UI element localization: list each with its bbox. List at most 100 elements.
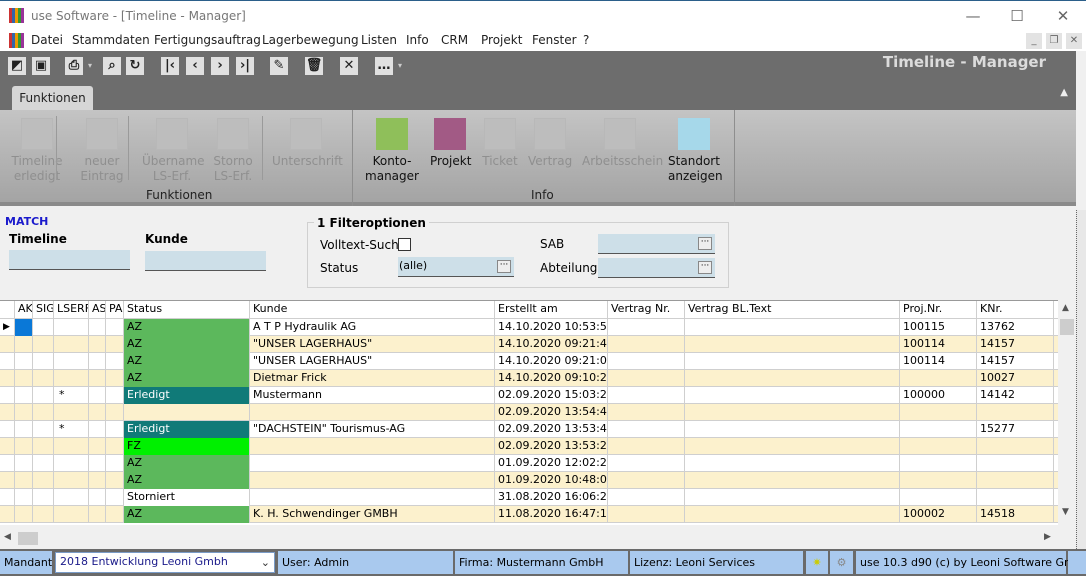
cell-knr[interactable] <box>977 455 1054 472</box>
scroll-right-icon[interactable]: ▶ <box>1044 532 1051 542</box>
cell-sig[interactable] <box>33 336 54 353</box>
cell-sig[interactable] <box>33 370 54 387</box>
cell-col9[interactable] <box>608 336 685 353</box>
cell-pa[interactable] <box>106 421 124 438</box>
cell-col10[interactable] <box>685 353 900 370</box>
table-row[interactable]: AZ K. H. Schwendinger GMBH 11.08.2020 16:4… <box>0 506 1058 523</box>
sab-select[interactable]: ··· <box>598 234 715 254</box>
cell-col10[interactable] <box>685 421 900 438</box>
cell-lserf[interactable]: * <box>54 387 89 404</box>
cell-lserf[interactable] <box>54 438 89 455</box>
cell-pa[interactable] <box>106 438 124 455</box>
ellipsis-icon[interactable]: ··· <box>698 237 712 250</box>
cell-ak[interactable] <box>15 387 33 404</box>
cell-lserf[interactable] <box>54 336 89 353</box>
cell-col10[interactable] <box>685 472 900 489</box>
cell-proj[interactable]: 100115 <box>900 319 977 336</box>
cell-indicator[interactable] <box>0 489 15 506</box>
collapse-ribbon-icon[interactable]: ▲ <box>1060 87 1068 98</box>
cell-proj[interactable] <box>900 472 977 489</box>
cell-col9[interactable] <box>608 506 685 523</box>
cell-proj[interactable]: 100114 <box>900 336 977 353</box>
cell-col10[interactable] <box>685 336 900 353</box>
cell-kunde[interactable]: "DACHSTEIN" Tourismus-AG <box>250 421 495 438</box>
connection-icon[interactable]: ⚙ <box>830 551 853 574</box>
cell-status[interactable]: Erledigt <box>124 387 250 404</box>
ellipsis-icon[interactable]: ··· <box>698 261 712 274</box>
cell-proj[interactable] <box>900 370 977 387</box>
cell-as[interactable] <box>89 319 106 336</box>
cell-erstellt[interactable]: 02.09.2020 15:03:28 <box>495 387 608 404</box>
cell-erstellt[interactable]: 14.10.2020 10:53:56 <box>495 319 608 336</box>
ribbon-button-standort-anzeigen[interactable]: Standort anzeigen <box>666 118 723 184</box>
cell-as[interactable] <box>89 353 106 370</box>
cell-indicator[interactable] <box>0 506 15 523</box>
cell-knr[interactable] <box>977 472 1054 489</box>
cell-lserf[interactable] <box>54 404 89 421</box>
cell-status[interactable]: AZ <box>124 336 250 353</box>
cell-lserf[interactable] <box>54 319 89 336</box>
menu-stammdaten[interactable]: Stammdaten <box>72 33 150 47</box>
cell-status[interactable]: FZ <box>124 438 250 455</box>
column-header[interactable]: SIG <box>33 301 54 318</box>
cell-lserf[interactable]: * <box>54 421 89 438</box>
cell-proj[interactable] <box>900 455 977 472</box>
notification-icon[interactable]: ✷ <box>806 551 828 574</box>
column-header[interactable]: AK <box>15 301 33 318</box>
search-icon[interactable]: ⌕ <box>103 57 121 75</box>
cell-knr[interactable]: 14142 <box>977 387 1054 404</box>
cell-sig[interactable] <box>33 438 54 455</box>
column-header[interactable]: LSERF <box>54 301 89 318</box>
cell-ak[interactable] <box>15 472 33 489</box>
cell-pa[interactable] <box>106 387 124 404</box>
cell-kunde[interactable] <box>250 455 495 472</box>
menu-help[interactable]: ? <box>583 33 589 47</box>
print-icon[interactable]: ⎙ <box>65 57 83 75</box>
kunde-input[interactable] <box>145 251 266 271</box>
hscrollbar-thumb[interactable] <box>18 532 38 545</box>
cell-proj[interactable] <box>900 438 977 455</box>
next-record-icon[interactable]: › <box>211 57 229 75</box>
cell-indicator[interactable] <box>0 438 15 455</box>
more-dropdown-icon[interactable]: ▾ <box>398 61 402 70</box>
ribbon-button--bername-ls-erf-[interactable]: Übername LS-Erf. <box>140 118 205 184</box>
menu-projekt[interactable]: Projekt <box>481 33 522 47</box>
cell-knr[interactable]: 13762 <box>977 319 1054 336</box>
cell-col9[interactable] <box>608 319 685 336</box>
cell-pa[interactable] <box>106 353 124 370</box>
cell-kunde[interactable] <box>250 472 495 489</box>
cell-status[interactable]: AZ <box>124 353 250 370</box>
cell-erstellt[interactable]: 14.10.2020 09:21:09 <box>495 353 608 370</box>
cell-col10[interactable] <box>685 438 900 455</box>
cell-knr[interactable] <box>977 438 1054 455</box>
cancel-icon[interactable]: ✕ <box>340 57 358 75</box>
cell-kunde[interactable]: Dietmar Frick <box>250 370 495 387</box>
menu-fertigungsauftrag[interactable]: Fertigungsauftrag <box>154 33 261 47</box>
cell-lserf[interactable] <box>54 353 89 370</box>
save-icon[interactable]: ▣ <box>32 57 50 75</box>
cell-as[interactable] <box>89 421 106 438</box>
cell-sig[interactable] <box>33 421 54 438</box>
last-record-icon[interactable]: ›| <box>236 57 254 75</box>
table-row[interactable]: AZ Dietmar Frick 14.10.2020 09:10:24 10027 <box>0 370 1058 387</box>
cell-erstellt[interactable]: 14.10.2020 09:21:42 <box>495 336 608 353</box>
cell-erstellt[interactable]: 11.08.2020 16:47:11 <box>495 506 608 523</box>
first-record-icon[interactable]: |‹ <box>161 57 179 75</box>
cell-indicator[interactable] <box>0 370 15 387</box>
cell-col9[interactable] <box>608 421 685 438</box>
cell-col10[interactable] <box>685 489 900 506</box>
cell-ak[interactable] <box>15 455 33 472</box>
ribbon-button-unterschrift[interactable]: Unterschrift <box>270 118 343 169</box>
cell-proj[interactable] <box>900 421 977 438</box>
cell-col10[interactable] <box>685 387 900 404</box>
column-header[interactable]: Status <box>124 301 250 318</box>
cell-status[interactable]: Erledigt <box>124 421 250 438</box>
column-header[interactable]: Vertrag Nr. <box>608 301 685 318</box>
cell-indicator[interactable] <box>0 353 15 370</box>
app-menu-icon[interactable] <box>9 33 24 48</box>
scroll-down-icon[interactable]: ▼ <box>1062 507 1069 517</box>
cell-ak[interactable] <box>15 506 33 523</box>
cell-pa[interactable] <box>106 506 124 523</box>
cell-ak[interactable] <box>15 404 33 421</box>
cell-knr[interactable]: 14518 <box>977 506 1054 523</box>
